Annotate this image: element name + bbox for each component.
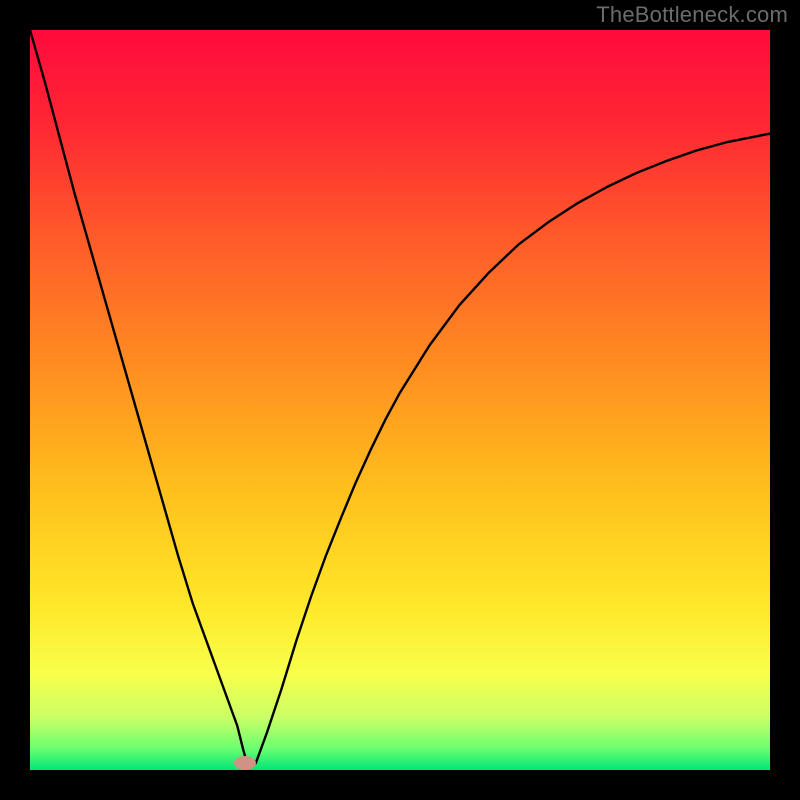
plot-svg <box>30 30 770 770</box>
watermark-text: TheBottleneck.com <box>596 2 788 28</box>
gradient-background <box>30 30 770 770</box>
plot-area <box>30 30 770 770</box>
marker-blob <box>234 756 256 770</box>
chart-frame: TheBottleneck.com <box>0 0 800 800</box>
